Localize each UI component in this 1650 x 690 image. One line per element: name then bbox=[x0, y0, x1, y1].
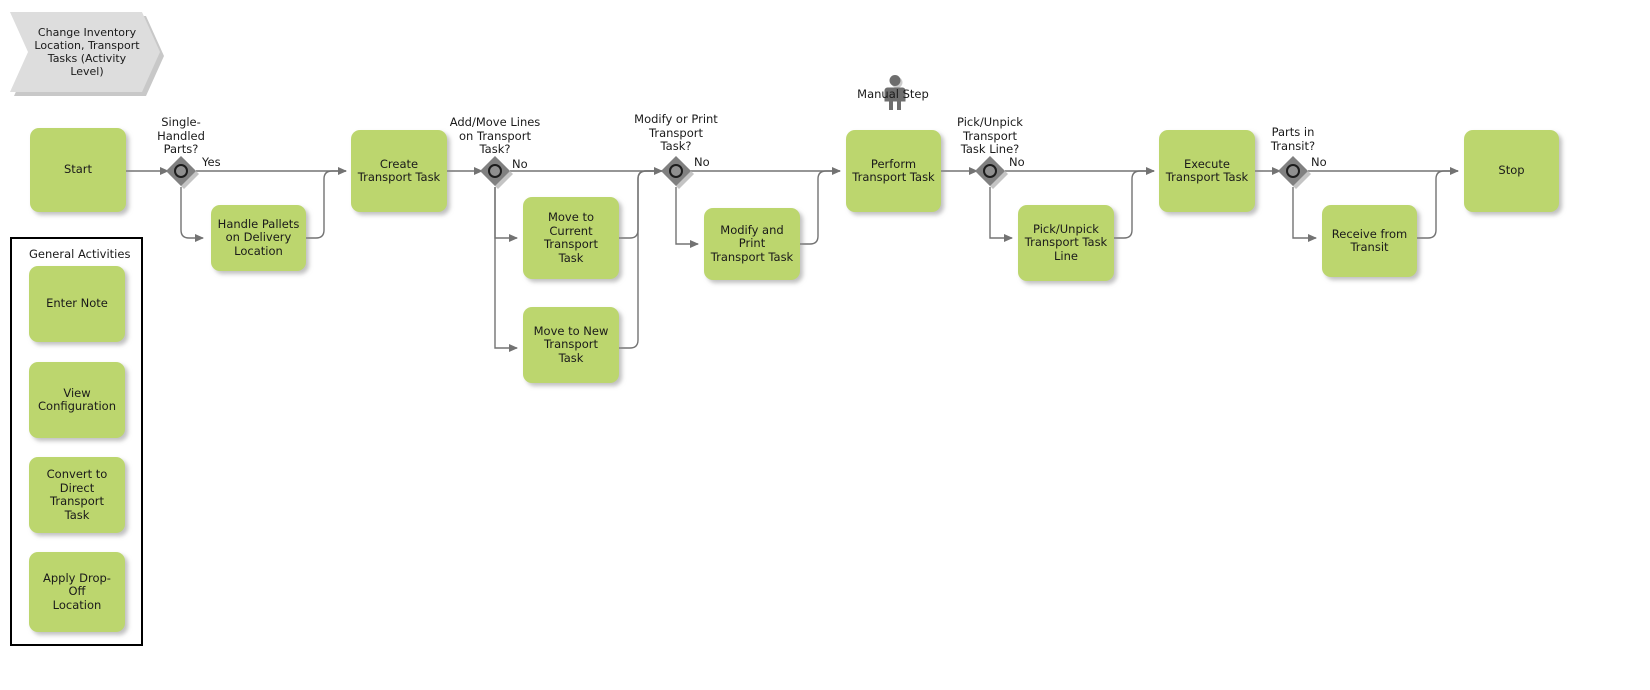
manual-step-label: Manual Step bbox=[857, 87, 929, 101]
edge-add-move-to-move-new bbox=[494, 187, 518, 352]
node-modify-and-print-transport-task[interactable]: Modify and Print Transport Task bbox=[704, 208, 800, 280]
node-move-to-new-label: Move to New Transport Task bbox=[533, 323, 609, 365]
node-stop[interactable]: Stop bbox=[1464, 130, 1559, 212]
gateway-ring-icon bbox=[983, 164, 997, 178]
page-title: Change Inventory Location, Transport Tas… bbox=[34, 26, 140, 78]
node-perform-transport-task-label: Perform Transport Task bbox=[852, 156, 935, 184]
node-handle-pallets-label: Handle Pallets on Delivery Location bbox=[217, 216, 300, 258]
gateway-pick-unpick-caption: Pick/Unpick Transport Task Line? bbox=[957, 115, 1023, 156]
edge-handle-pallets-rejoin bbox=[306, 170, 346, 239]
diagram-canvas: Change Inventory Location, Transport Tas… bbox=[0, 0, 1650, 690]
node-move-to-new-transport-task[interactable]: Move to New Transport Task bbox=[523, 307, 619, 383]
node-start[interactable]: Start bbox=[30, 128, 126, 212]
general-activity-label: Apply Drop-Off Location bbox=[43, 570, 111, 612]
node-perform-transport-task[interactable]: Perform Transport Task bbox=[846, 130, 941, 212]
general-activity-label: Enter Note bbox=[46, 296, 108, 311]
general-activity-enter-note[interactable]: Enter Note bbox=[29, 266, 125, 342]
general-activity-convert-to-direct-transport-task[interactable]: Convert to Direct Transport Task bbox=[29, 457, 125, 533]
edge-add-move-to-move-current bbox=[494, 187, 518, 242]
edge-pick-unpick-branch bbox=[989, 187, 1013, 242]
node-start-label: Start bbox=[63, 162, 93, 177]
edge-label-modify-or-print-no: No bbox=[694, 155, 710, 169]
edge-label-add-move-lines-no: No bbox=[512, 157, 528, 171]
edge-single-handled-yes-to-handle-pallets bbox=[180, 187, 204, 242]
node-receive-from-transit-label: Receive from Transit bbox=[1331, 226, 1408, 254]
edge-layer bbox=[126, 167, 1459, 352]
edge-modify-print-rejoin bbox=[800, 170, 840, 245]
node-execute-transport-task[interactable]: Execute Transport Task bbox=[1159, 130, 1255, 212]
edge-pick-unpick-rejoin bbox=[1114, 170, 1154, 239]
gateway-pick-unpick-line[interactable] bbox=[975, 156, 1008, 189]
node-handle-pallets-on-delivery-location[interactable]: Handle Pallets on Delivery Location bbox=[211, 205, 306, 271]
node-pick-unpick-transport-task-line[interactable]: Pick/Unpick Transport Task Line bbox=[1018, 205, 1114, 281]
node-create-transport-task-label: Create Transport Task bbox=[357, 156, 441, 184]
gateway-ring-icon bbox=[488, 164, 502, 178]
gateway-ring-icon bbox=[174, 164, 188, 178]
general-activity-label: View Configuration bbox=[38, 385, 116, 413]
edge-label-pick-unpick-no: No bbox=[1009, 155, 1025, 169]
gateway-parts-in-transit-caption: Parts in Transit? bbox=[1270, 125, 1316, 153]
gateway-modify-or-print-caption: Modify or Print Transport Task? bbox=[634, 112, 718, 153]
banner-chevron: Change Inventory Location, Transport Tas… bbox=[10, 12, 160, 92]
node-modify-and-print-label: Modify and Print Transport Task bbox=[710, 222, 794, 264]
edge-label-single-handled-yes: Yes bbox=[202, 155, 221, 169]
gateway-single-handled-parts[interactable] bbox=[166, 156, 199, 189]
edge-receive-transit-rejoin bbox=[1417, 170, 1458, 239]
gateway-single-handled-caption: Single- Handled Parts? bbox=[157, 115, 205, 156]
node-move-to-current-transport-task[interactable]: Move to Current Transport Task bbox=[523, 197, 619, 279]
gateway-parts-in-transit[interactable] bbox=[1278, 156, 1311, 189]
edge-move-current-rejoin bbox=[619, 170, 662, 239]
edge-parts-transit-branch bbox=[1292, 187, 1317, 242]
node-stop-label: Stop bbox=[1498, 163, 1525, 178]
node-pick-unpick-line-label: Pick/Unpick Transport Task Line bbox=[1024, 221, 1108, 263]
node-move-to-current-label: Move to Current Transport Task bbox=[544, 210, 598, 265]
edge-modify-print-branch bbox=[675, 187, 699, 248]
edge-label-parts-in-transit-no: No bbox=[1311, 155, 1327, 169]
edge-move-new-rejoin bbox=[619, 170, 662, 349]
gateway-add-move-lines-caption: Add/Move Lines on Transport Task? bbox=[449, 115, 541, 156]
general-activity-view-configuration[interactable]: View Configuration bbox=[29, 362, 125, 438]
node-execute-transport-task-label: Execute Transport Task bbox=[1165, 156, 1249, 184]
general-activity-label: Convert to Direct Transport Task bbox=[46, 467, 108, 522]
gateway-ring-icon bbox=[1286, 164, 1300, 178]
gateway-ring-icon bbox=[669, 164, 683, 178]
general-activities-title: General Activities bbox=[29, 247, 131, 261]
node-receive-from-transit[interactable]: Receive from Transit bbox=[1322, 205, 1417, 277]
general-activity-apply-drop-off-location[interactable]: Apply Drop-Off Location bbox=[29, 552, 125, 632]
diagram-title-banner: Change Inventory Location, Transport Tas… bbox=[10, 12, 164, 96]
gateway-modify-or-print[interactable] bbox=[661, 156, 694, 189]
gateway-add-move-lines[interactable] bbox=[480, 156, 513, 189]
